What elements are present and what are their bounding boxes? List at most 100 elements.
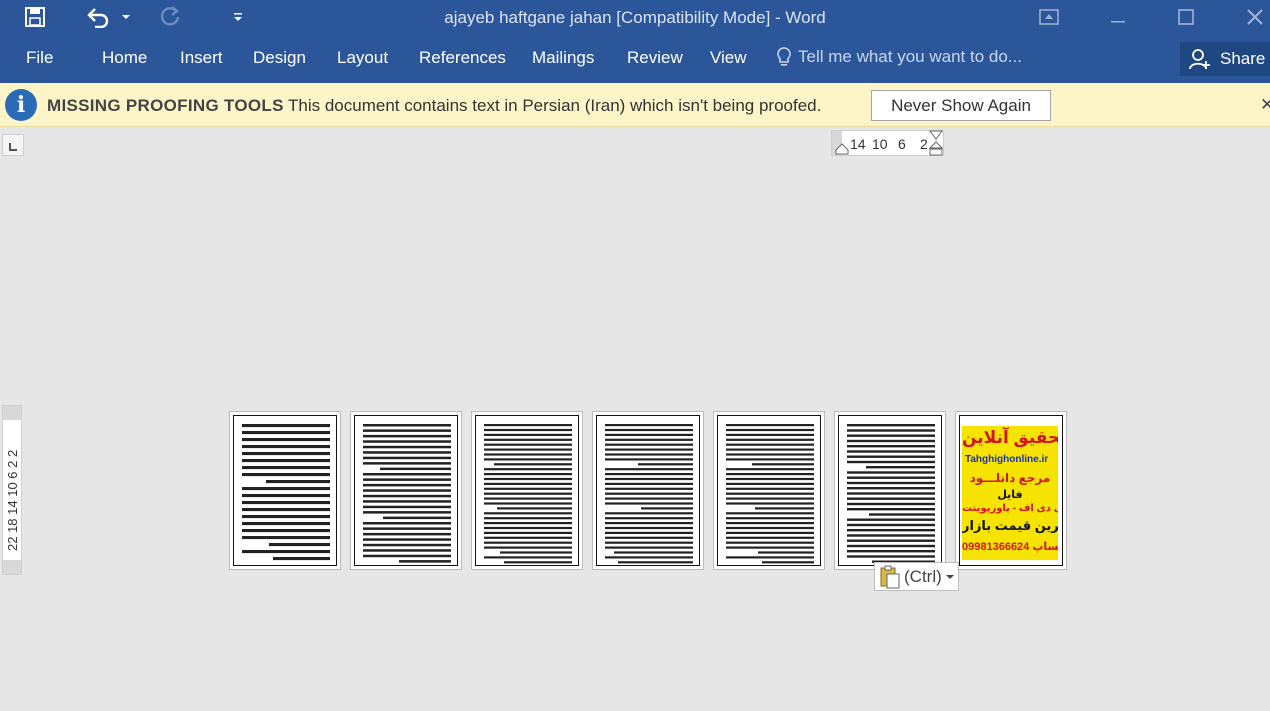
text-line <box>363 505 451 509</box>
page-thumbnail-6[interactable] <box>834 411 946 570</box>
text-line <box>847 434 935 437</box>
tab-mailings[interactable]: Mailings <box>532 48 594 68</box>
ribbon-display-options-icon[interactable] <box>1027 3 1071 31</box>
text-line <box>847 471 935 474</box>
tab-design[interactable]: Design <box>253 48 306 68</box>
text-line <box>363 522 451 525</box>
vertical-ruler[interactable]: 22 18 14 10 6 2 2 <box>2 405 22 575</box>
text-line <box>363 511 451 514</box>
text-line <box>484 492 572 495</box>
text-line <box>752 463 814 466</box>
text-line <box>726 517 814 520</box>
right-indent-marker[interactable] <box>929 130 943 156</box>
text-line <box>605 482 693 485</box>
text-line <box>484 448 572 451</box>
text-line <box>605 477 693 481</box>
text-line <box>497 507 572 510</box>
text-line <box>605 497 693 500</box>
text-line <box>269 543 330 547</box>
text-line <box>847 555 935 558</box>
page-thumbnail-4[interactable] <box>592 411 704 570</box>
text-line <box>363 500 451 503</box>
text-line <box>484 473 572 476</box>
minimize-icon[interactable] <box>1096 3 1140 31</box>
text-line <box>484 541 572 544</box>
text-line <box>605 473 693 476</box>
text-line <box>484 497 572 500</box>
page-thumbnail-5[interactable] <box>713 411 825 570</box>
left-indent-marker[interactable] <box>835 143 849 155</box>
text-line <box>605 424 693 427</box>
text-line <box>363 478 451 481</box>
text-line <box>726 526 814 530</box>
tab-file[interactable]: File <box>26 48 53 68</box>
text-line <box>363 538 451 541</box>
text-line <box>399 560 451 563</box>
tab-review[interactable]: Review <box>627 48 683 68</box>
text-line <box>726 477 814 481</box>
text-line <box>484 428 572 432</box>
text-line <box>266 480 330 484</box>
text-line <box>726 497 814 500</box>
text-line <box>484 424 572 427</box>
page-thumbnail-3[interactable] <box>471 411 583 570</box>
text-line <box>605 468 693 471</box>
message-close-icon[interactable]: ✕ <box>1260 95 1270 115</box>
paste-options-button[interactable]: (Ctrl) <box>874 562 959 591</box>
text-line <box>869 513 935 516</box>
text-line <box>726 424 814 427</box>
vertical-ruler-labels: 22 18 14 10 6 2 2 <box>5 449 20 551</box>
share-label: Share <box>1220 49 1266 68</box>
text-line <box>726 448 814 451</box>
text-line <box>726 468 814 471</box>
close-icon[interactable] <box>1233 3 1270 31</box>
text-line <box>847 518 935 521</box>
ad-line: فایل <box>997 489 1023 501</box>
page-thumbnail-7[interactable]: تحقیق آنلاین Tahghighonline.ir مرجع دانل… <box>955 411 1067 570</box>
text-line <box>726 502 814 505</box>
text-line <box>363 549 451 552</box>
text-line <box>605 522 693 525</box>
text-line <box>363 483 451 487</box>
text-line <box>484 531 572 534</box>
maximize-icon[interactable] <box>1164 3 1208 31</box>
tell-me-search[interactable]: Tell me what you want to do... <box>776 46 1022 68</box>
never-show-again-button[interactable]: Never Show Again <box>871 90 1051 121</box>
text-line <box>726 453 814 456</box>
text-line <box>242 536 330 540</box>
tab-insert[interactable]: Insert <box>180 48 223 68</box>
text-line <box>484 512 572 515</box>
tab-references[interactable]: References <box>419 48 506 68</box>
text-line <box>363 532 451 536</box>
text-line <box>363 527 451 530</box>
text-line <box>605 502 693 505</box>
horizontal-ruler[interactable]: 14 10 6 2 <box>831 130 944 156</box>
share-button[interactable]: Share <box>1180 42 1270 76</box>
tab-view[interactable]: View <box>710 48 747 68</box>
text-line <box>847 487 935 490</box>
text-line <box>242 529 330 533</box>
text-line <box>363 462 451 465</box>
text-line <box>847 481 935 485</box>
text-line <box>847 497 935 500</box>
tab-home[interactable]: Home <box>102 48 147 68</box>
text-line <box>605 526 693 530</box>
page-thumbnail-1[interactable] <box>229 411 341 570</box>
text-line <box>363 456 451 460</box>
ribbon-tabs: File Home Insert Design Layout Reference… <box>0 36 1270 83</box>
tab-selector[interactable] <box>2 134 24 156</box>
text-line <box>726 433 814 436</box>
text-line <box>847 529 935 532</box>
text-line <box>605 531 693 534</box>
page-thumbnail-2[interactable] <box>350 411 462 570</box>
text-line <box>726 536 814 539</box>
message-title: MISSING PROOFING TOOLS <box>47 96 284 115</box>
tab-layout[interactable]: Layout <box>337 48 388 68</box>
text-line <box>638 463 693 466</box>
text-line <box>726 482 814 485</box>
person-add-icon <box>1189 49 1210 70</box>
text-line <box>726 546 814 549</box>
text-line <box>726 458 814 461</box>
text-line <box>755 507 814 510</box>
ruler-tick-label: 2 <box>920 136 928 152</box>
